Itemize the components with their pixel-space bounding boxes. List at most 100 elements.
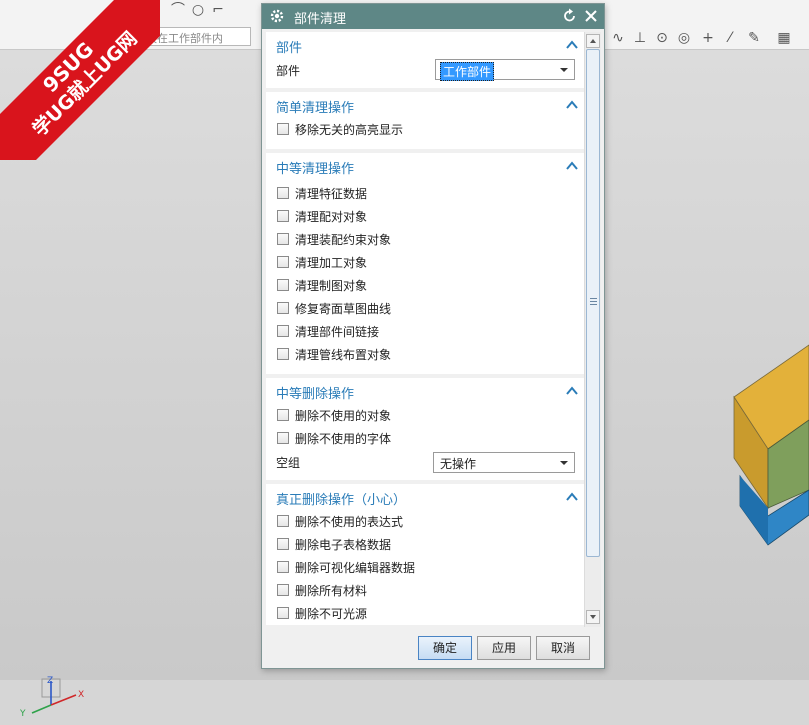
- checkbox[interactable]: [277, 515, 289, 527]
- chevron-up-icon[interactable]: [566, 386, 578, 395]
- crosshair-icon[interactable]: +: [700, 30, 716, 46]
- section-header-medium-delete[interactable]: 中等删除操作: [266, 378, 584, 404]
- checkbox-row[interactable]: 清理加工对象: [266, 251, 584, 274]
- checkbox-row[interactable]: 移除无关的高亮显示: [266, 118, 584, 141]
- part-select[interactable]: 工作部件: [435, 59, 575, 81]
- cancel-button[interactable]: 取消: [536, 636, 590, 660]
- checkbox[interactable]: [277, 302, 289, 314]
- dialog-footer: 确定 应用 取消: [262, 631, 604, 668]
- line-icon[interactable]: ⁄: [722, 30, 738, 46]
- section-header-medium-clean[interactable]: 中等清理操作: [266, 153, 584, 179]
- chevron-up-icon[interactable]: [566, 40, 578, 49]
- checkbox-row[interactable]: 删除不使用的对象: [266, 404, 584, 427]
- dialog-content: 部件 部件 工作部件 简单清理操作 移除无关的高亮显示 中等清理操作 清理特征数…: [266, 32, 584, 627]
- checkbox-label: 清理配对对象: [295, 210, 368, 224]
- checkbox[interactable]: [277, 584, 289, 596]
- empty-group-row: 空组 无操作: [266, 450, 584, 480]
- arrow-down-icon: [590, 615, 596, 619]
- checkbox-row[interactable]: 清理管线布置对象: [266, 343, 584, 366]
- part-field-label: 部件: [276, 64, 301, 78]
- checkbox-row[interactable]: 修复寄面草图曲线: [266, 297, 584, 320]
- checkbox-label: 删除不使用的对象: [295, 409, 392, 423]
- checkbox[interactable]: [277, 123, 289, 135]
- point-icon[interactable]: ⊥: [632, 30, 648, 46]
- checkbox[interactable]: [277, 233, 289, 245]
- section-medium-cleanup: 中等清理操作 清理特征数据 清理配对对象 清理装配约束对象 清理加工对象 清理制…: [266, 153, 584, 374]
- checkbox[interactable]: [277, 348, 289, 360]
- checkbox-row[interactable]: 清理制图对象: [266, 274, 584, 297]
- checkbox-label: 修复寄面草图曲线: [295, 302, 392, 316]
- checkbox-label: 清理部件间链接: [295, 325, 380, 339]
- checkbox-label: 删除可视化编辑器数据: [295, 561, 416, 575]
- arc-icon[interactable]: ⌒: [170, 2, 186, 18]
- fillet-icon[interactable]: ⌐: [210, 2, 226, 18]
- circle-icon[interactable]: ○: [190, 2, 206, 18]
- checkbox[interactable]: [277, 279, 289, 291]
- checkbox[interactable]: [277, 187, 289, 199]
- checkbox[interactable]: [277, 561, 289, 573]
- section-header-part[interactable]: 部件: [266, 32, 584, 58]
- empty-group-value: 无操作: [440, 457, 477, 471]
- grid-icon[interactable]: ▦: [776, 30, 792, 46]
- checkbox[interactable]: [277, 432, 289, 444]
- chevron-down-icon: [560, 68, 568, 72]
- chevron-up-icon[interactable]: [566, 100, 578, 109]
- point-on-curve-icon[interactable]: ⊙: [654, 30, 670, 46]
- apply-button[interactable]: 应用: [477, 636, 531, 660]
- checkbox[interactable]: [277, 538, 289, 550]
- section-title-medium-delete: 中等删除操作: [276, 387, 355, 402]
- section-title-real-delete: 真正删除操作（小心）: [276, 493, 407, 508]
- studio-spline-icon[interactable]: ∿: [610, 30, 626, 46]
- checkbox-label: 移除无关的高亮显示: [295, 123, 404, 137]
- empty-group-select[interactable]: 无操作: [433, 452, 575, 473]
- checkbox-label: 删除不使用的字体: [295, 432, 392, 446]
- ok-button[interactable]: 确定: [418, 636, 472, 660]
- empty-group-label: 空组: [276, 456, 301, 470]
- scroll-thumb[interactable]: [586, 49, 600, 557]
- section-header-real-delete[interactable]: 真正删除操作（小心）: [266, 484, 584, 510]
- sketch-icon[interactable]: ✎: [746, 30, 762, 46]
- checkbox[interactable]: [277, 325, 289, 337]
- svg-text:Z: Z: [47, 676, 53, 686]
- checkbox-row[interactable]: 清理特征数据: [266, 182, 584, 205]
- checkbox-row[interactable]: 清理配对对象: [266, 205, 584, 228]
- checkbox-row[interactable]: 删除可视化编辑器数据: [266, 556, 584, 579]
- checkbox-row[interactable]: 清理装配约束对象: [266, 228, 584, 251]
- checkbox-label: 清理装配约束对象: [295, 233, 392, 247]
- part-field-row: 部件 工作部件: [266, 58, 584, 88]
- watermark-ribbon: 9SUG 学UG就上UG网: [0, 0, 160, 160]
- checkbox-label: 清理加工对象: [295, 256, 368, 270]
- watermark-line-2: 学UG就上UG网: [28, 27, 142, 141]
- close-icon[interactable]: [583, 7, 599, 25]
- checkbox[interactable]: [277, 210, 289, 222]
- scroll-up-button[interactable]: [586, 34, 600, 48]
- checkbox-row[interactable]: 删除不可光源: [266, 602, 584, 625]
- part-cleanup-dialog: 部件清理 部件 部件 工作部件 简单清理操作 移除无关的高亮显示 中等清理操作 …: [261, 3, 605, 669]
- arrow-up-icon: [590, 39, 596, 43]
- part-select-value: 工作部件: [440, 62, 495, 81]
- checkbox-label: 清理特征数据: [295, 187, 368, 201]
- dialog-scrollbar[interactable]: [584, 32, 601, 627]
- checkbox-row[interactable]: 删除不使用的表达式: [266, 510, 584, 533]
- dialog-titlebar[interactable]: 部件清理: [262, 4, 604, 29]
- cube-model: [733, 344, 809, 546]
- chevron-up-icon[interactable]: [566, 492, 578, 501]
- center-point-icon[interactable]: ◎: [676, 30, 692, 46]
- checkbox-row[interactable]: 清理部件间链接: [266, 320, 584, 343]
- checkbox[interactable]: [277, 607, 289, 619]
- checkbox-label: 清理制图对象: [295, 279, 368, 293]
- coordinate-triad: Z X Y: [19, 676, 84, 719]
- checkbox-row[interactable]: 删除所有材料: [266, 579, 584, 602]
- scroll-down-button[interactable]: [586, 610, 600, 624]
- chevron-up-icon[interactable]: [566, 161, 578, 170]
- svg-text:X: X: [78, 690, 84, 700]
- gear-icon: [270, 9, 284, 23]
- checkbox-row[interactable]: 删除不使用的字体: [266, 427, 584, 450]
- checkbox[interactable]: [277, 409, 289, 421]
- checkbox-row[interactable]: 删除电子表格数据: [266, 533, 584, 556]
- checkbox[interactable]: [277, 256, 289, 268]
- section-header-simple[interactable]: 简单清理操作: [266, 92, 584, 118]
- section-medium-delete: 中等删除操作 删除不使用的对象 删除不使用的字体 空组 无操作: [266, 378, 584, 480]
- reset-icon[interactable]: [562, 7, 578, 25]
- section-real-delete: 真正删除操作（小心） 删除不使用的表达式 删除电子表格数据 删除可视化编辑器数据…: [266, 484, 584, 625]
